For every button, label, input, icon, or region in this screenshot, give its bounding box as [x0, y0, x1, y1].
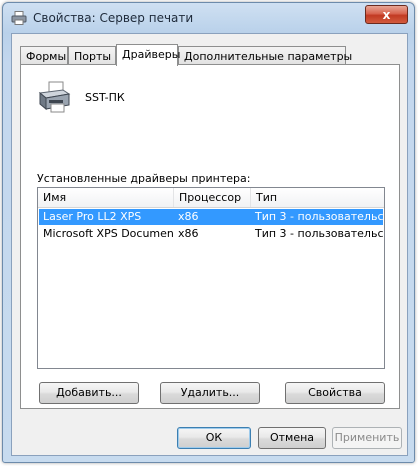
column-header-type[interactable]: Тип [251, 188, 384, 207]
tab-ports[interactable]: Порты [68, 46, 116, 65]
add-driver-button[interactable]: Добавить... [39, 382, 139, 404]
print-server-properties-window: Свойства: Сервер печати x Формы Порты Др… [2, 2, 415, 463]
driver-name-cell: Microsoft XPS Documen... [43, 227, 174, 240]
tab-forms[interactable]: Формы [20, 46, 68, 65]
tab-advanced[interactable]: Дополнительные параметры [178, 46, 352, 65]
driver-name-cell: Laser Pro LL2 XPS [43, 210, 142, 223]
window-title: Свойства: Сервер печати [33, 11, 194, 25]
driver-processor-cell: x86 [178, 227, 199, 240]
dialog-client-area: Формы Порты Драйверы Дополнительные пара… [11, 33, 408, 456]
print-server-icon [38, 81, 71, 113]
column-header-name[interactable]: Имя [38, 188, 174, 207]
column-header-processor[interactable]: Процессор [174, 188, 251, 207]
drivers-tab-panel: SST-ПК Установленные драйверы принтера: … [20, 64, 400, 409]
driver-type-cell: Тип 3 - пользовательс... [255, 210, 385, 223]
tab-drivers[interactable]: Драйверы [116, 44, 180, 66]
driver-processor-cell: x86 [178, 210, 199, 223]
title-bar[interactable]: Свойства: Сервер печати x [3, 3, 414, 33]
server-name: SST-ПК [85, 91, 125, 104]
list-header: Имя Процессор Тип [38, 188, 384, 208]
ok-button[interactable]: ОК [177, 427, 251, 449]
remove-driver-button[interactable]: Удалить... [160, 382, 260, 404]
printer-icon [11, 11, 27, 25]
table-row[interactable]: Microsoft XPS Documen... x86 Тип 3 - пол… [39, 226, 385, 242]
apply-button: Применить [332, 427, 402, 449]
table-row[interactable]: Laser Pro LL2 XPS x86 Тип 3 - пользовате… [39, 209, 385, 225]
driver-properties-button[interactable]: Свойства [285, 382, 385, 404]
drivers-list[interactable]: Имя Процессор Тип Laser Pro LL2 XPS x86 … [37, 187, 385, 369]
driver-type-cell: Тип 3 - пользовательс... [255, 227, 385, 240]
cancel-button[interactable]: Отмена [258, 427, 326, 449]
close-icon: x [382, 7, 391, 22]
installed-drivers-label: Установленные драйверы принтера: [37, 172, 251, 185]
close-button[interactable]: x [365, 5, 408, 24]
